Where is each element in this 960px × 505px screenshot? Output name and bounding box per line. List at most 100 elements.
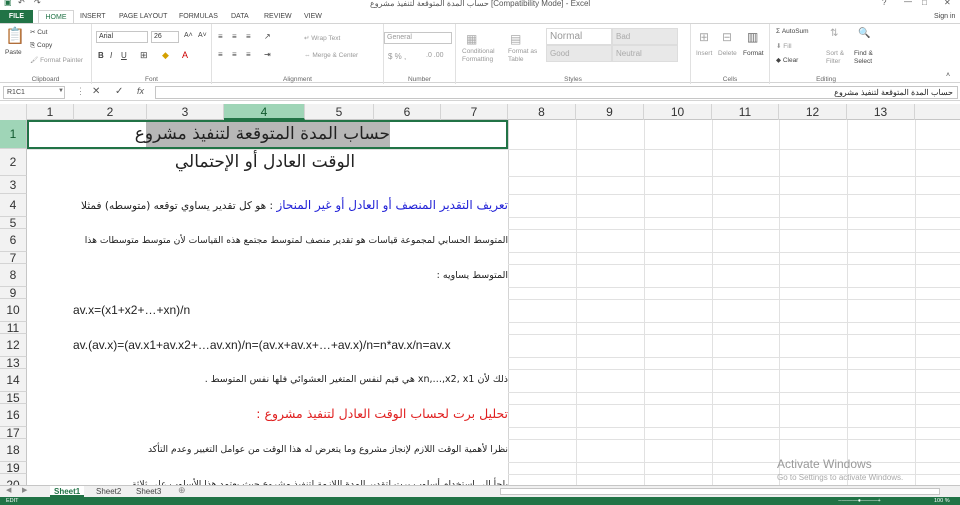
new-sheet-icon[interactable]: ⊕ (178, 485, 186, 496)
help-icon[interactable]: ? (882, 0, 886, 7)
paste-icon[interactable]: 📋 (5, 26, 25, 46)
find-select-button[interactable]: Find & Select (854, 50, 880, 66)
row-header[interactable]: 8 (0, 264, 27, 287)
column-header[interactable]: 6 (374, 104, 441, 120)
enter-entry-icon[interactable]: ✓ (115, 86, 123, 97)
autosum-button[interactable]: Σ AutoSum (776, 28, 809, 35)
tab-home[interactable]: HOME (38, 10, 74, 23)
row-header[interactable]: 15 (0, 392, 27, 404)
wrap-text-button[interactable]: ↵ Wrap Text (304, 34, 340, 42)
name-box[interactable]: R1C1 (3, 86, 65, 99)
column-header[interactable]: 10 (644, 104, 712, 120)
column-header[interactable]: 4 (224, 104, 305, 120)
bold-button[interactable]: B (98, 51, 104, 60)
currency-icon[interactable]: $ % , (388, 52, 406, 61)
align-bottom-icon[interactable]: ≡ (246, 32, 251, 41)
row-header[interactable]: 18 (0, 439, 27, 462)
conditional-formatting-button[interactable]: Conditional Formatting (462, 48, 500, 64)
sign-in-link[interactable]: Sign in (934, 10, 955, 23)
merge-center-button[interactable]: ⇔ Merge & Center (304, 52, 358, 59)
insert-cells-button[interactable]: Insert (696, 50, 712, 57)
column-header[interactable]: 2 (74, 104, 147, 120)
format-cells-icon[interactable]: ▥ (747, 30, 758, 44)
tab-page-layout[interactable]: PAGE LAYOUT (119, 10, 167, 23)
sheet-tab[interactable]: Sheet2 (92, 486, 125, 497)
row-header[interactable]: 3 (0, 176, 27, 194)
sheet-tab[interactable]: Sheet3 (132, 486, 165, 497)
tab-formulas[interactable]: FORMULAS (179, 10, 218, 23)
worksheet-grid[interactable]: 1 2 3 4 5 6 7 8 9 10 11 12 13 1 2 3 4 5 … (0, 104, 960, 485)
row-header[interactable]: 9 (0, 287, 27, 299)
clear-button[interactable]: ◆ Clear (776, 56, 798, 64)
row-header[interactable]: 1 (0, 120, 27, 149)
zoom-slider[interactable]: −———●———+ (838, 497, 881, 505)
column-header[interactable]: 7 (441, 104, 508, 120)
align-left-icon[interactable]: ≡ (218, 50, 223, 59)
row-header[interactable]: 4 (0, 194, 27, 217)
italic-button[interactable]: I (110, 51, 112, 60)
next-sheet-icon[interactable]: ▶ (22, 486, 27, 494)
row-header[interactable]: 5 (0, 217, 27, 229)
save-icon[interactable]: ▣ (4, 0, 12, 7)
find-icon[interactable]: 🔍 (858, 28, 870, 39)
shrink-font-icon[interactable]: A˅ (198, 32, 207, 39)
grow-font-icon[interactable]: A˄ (184, 32, 193, 39)
tab-view[interactable]: VIEW (304, 10, 322, 23)
row-header[interactable]: 11 (0, 322, 27, 334)
tab-data[interactable]: DATA (231, 10, 249, 23)
indent-icon[interactable]: ⇥ (264, 50, 271, 59)
tab-insert[interactable]: INSERT (80, 10, 106, 23)
delete-cells-button[interactable]: Delete (718, 50, 737, 57)
select-all-corner[interactable] (0, 104, 27, 120)
redo-icon[interactable]: ↷ (34, 0, 41, 7)
align-top-icon[interactable]: ≡ (218, 32, 223, 41)
row-header[interactable]: 16 (0, 404, 27, 427)
style-good[interactable]: Good (546, 45, 612, 62)
column-header[interactable]: 5 (305, 104, 374, 120)
row-header[interactable]: 12 (0, 334, 27, 357)
horizontal-scrollbar[interactable] (500, 488, 940, 495)
row-header[interactable]: 20 (0, 474, 27, 485)
column-header[interactable]: 3 (147, 104, 224, 120)
maximize-icon[interactable]: □ (922, 0, 927, 7)
format-table-icon[interactable]: ▤ (510, 32, 521, 46)
conditional-formatting-icon[interactable]: ▦ (466, 32, 477, 46)
format-cells-button[interactable]: Format (743, 50, 764, 57)
name-box-dropdown-icon[interactable]: ▼ (58, 88, 64, 94)
insert-cells-icon[interactable]: ⊞ (699, 30, 709, 44)
row-header[interactable]: 7 (0, 252, 27, 264)
font-color-icon[interactable]: A (182, 50, 188, 60)
row-header[interactable]: 14 (0, 369, 27, 392)
column-header[interactable]: 11 (712, 104, 779, 120)
font-size-select[interactable]: 26 (151, 31, 179, 43)
align-center-icon[interactable]: ≡ (232, 50, 237, 59)
font-name-select[interactable]: Arial (96, 31, 148, 43)
collapse-ribbon-icon[interactable]: ˄ (946, 72, 950, 79)
paste-button[interactable]: Paste (5, 49, 22, 56)
sort-filter-icon[interactable]: ⇅ (830, 28, 838, 39)
align-right-icon[interactable]: ≡ (246, 50, 251, 59)
row-header[interactable]: 6 (0, 229, 27, 252)
row-header[interactable]: 17 (0, 427, 27, 439)
row-header[interactable]: 19 (0, 462, 27, 474)
align-middle-icon[interactable]: ≡ (232, 32, 237, 41)
undo-icon[interactable]: ↶ (18, 0, 25, 7)
row-header[interactable]: 13 (0, 357, 27, 369)
style-neutral[interactable]: Neutral (612, 45, 678, 62)
close-icon[interactable]: ✕ (944, 0, 951, 7)
underline-button[interactable]: U (121, 51, 127, 60)
style-normal[interactable]: Normal (546, 28, 612, 45)
style-bad[interactable]: Bad (612, 28, 678, 45)
tab-file[interactable]: FILE (0, 10, 33, 23)
format-as-table-button[interactable]: Format as Table (508, 48, 544, 64)
copy-button[interactable]: ⎘ Copy (30, 42, 52, 50)
cut-button[interactable]: ✂ Cut (30, 28, 47, 36)
border-icon[interactable]: ⊞ (140, 50, 148, 61)
sort-filter-button[interactable]: Sort & Filter (826, 50, 852, 66)
number-format-select[interactable]: General (384, 32, 452, 44)
column-header[interactable]: 9 (576, 104, 644, 120)
insert-function-icon[interactable]: fx (137, 86, 144, 96)
minimize-icon[interactable]: — (904, 0, 912, 6)
row-header[interactable]: 2 (0, 149, 27, 176)
fill-button[interactable]: ⬇ Fill (776, 42, 792, 50)
